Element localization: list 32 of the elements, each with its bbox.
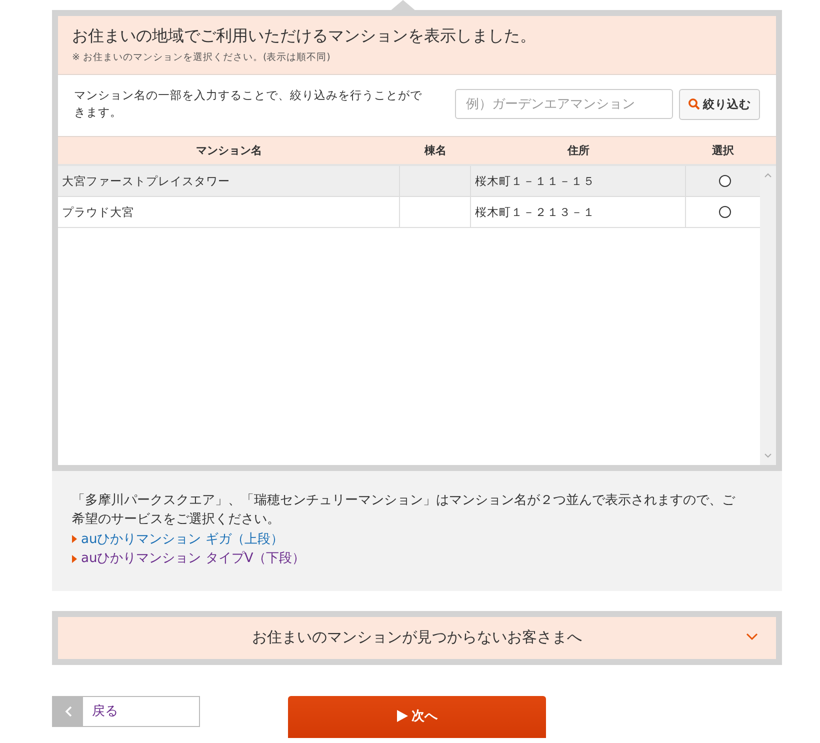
search-field[interactable]: 例）ガーデンエアマンション: [455, 89, 673, 120]
search-icon: [688, 98, 700, 110]
result-title: お住まいの地域でご利用いただけるマンションを表示しました。: [72, 26, 537, 47]
column-header: 住所: [471, 136, 686, 166]
header-filler: [760, 136, 776, 166]
table-cell: 桜木町１－２１３－１: [471, 196, 686, 226]
column-header: 選択: [686, 136, 760, 166]
notice-text: 「多摩川パークスクエア」、「瑞穂センチュリーマンション」はマンション名が２つ並んで表示されますので、ご希望のサービスをご選択ください。: [72, 492, 736, 529]
play-icon: [396, 710, 408, 722]
accordion-header[interactable]: お住まいのマンションが見つからないお客さまへ: [58, 616, 776, 658]
scrollbar[interactable]: [760, 166, 776, 464]
service-link[interactable]: auひかりマンション タイプV（下段）: [81, 549, 306, 568]
scroll-up-icon[interactable]: [764, 172, 772, 178]
arrow-icon: [72, 554, 77, 563]
scroll-down-icon[interactable]: [764, 452, 772, 458]
filter-button[interactable]: 絞り込む: [679, 88, 760, 120]
selection-note: ※ お住まいのマンションを選択ください。(表示は順不同): [72, 51, 332, 64]
table-cell: 大宮ファーストプレイスタワー: [58, 166, 400, 196]
column-header: 棟名: [400, 136, 471, 166]
arrow-icon: [72, 535, 77, 544]
table-row[interactable]: プラウド大宮 桜木町１－２１３－１: [58, 196, 760, 228]
service-link[interactable]: auひかりマンション ギガ（上段）: [81, 530, 284, 549]
radio-button[interactable]: [719, 206, 731, 218]
column-header: マンション名: [58, 136, 400, 166]
back-chevron-icon: [64, 706, 72, 716]
table-row[interactable]: 大宮ファーストプレイスタワー 桜木町１－１１－１５: [58, 166, 760, 196]
radio-button[interactable]: [719, 174, 731, 186]
filter-description: マンション名の一部を入力することで、絞り込みを行うことができます。: [74, 87, 423, 122]
back-button[interactable]: 戻る: [52, 696, 200, 726]
table-cell: プラウド大宮: [58, 196, 400, 226]
next-button[interactable]: 次へ: [288, 696, 546, 738]
table-cell: 桜木町１－１１－１５: [471, 166, 686, 196]
